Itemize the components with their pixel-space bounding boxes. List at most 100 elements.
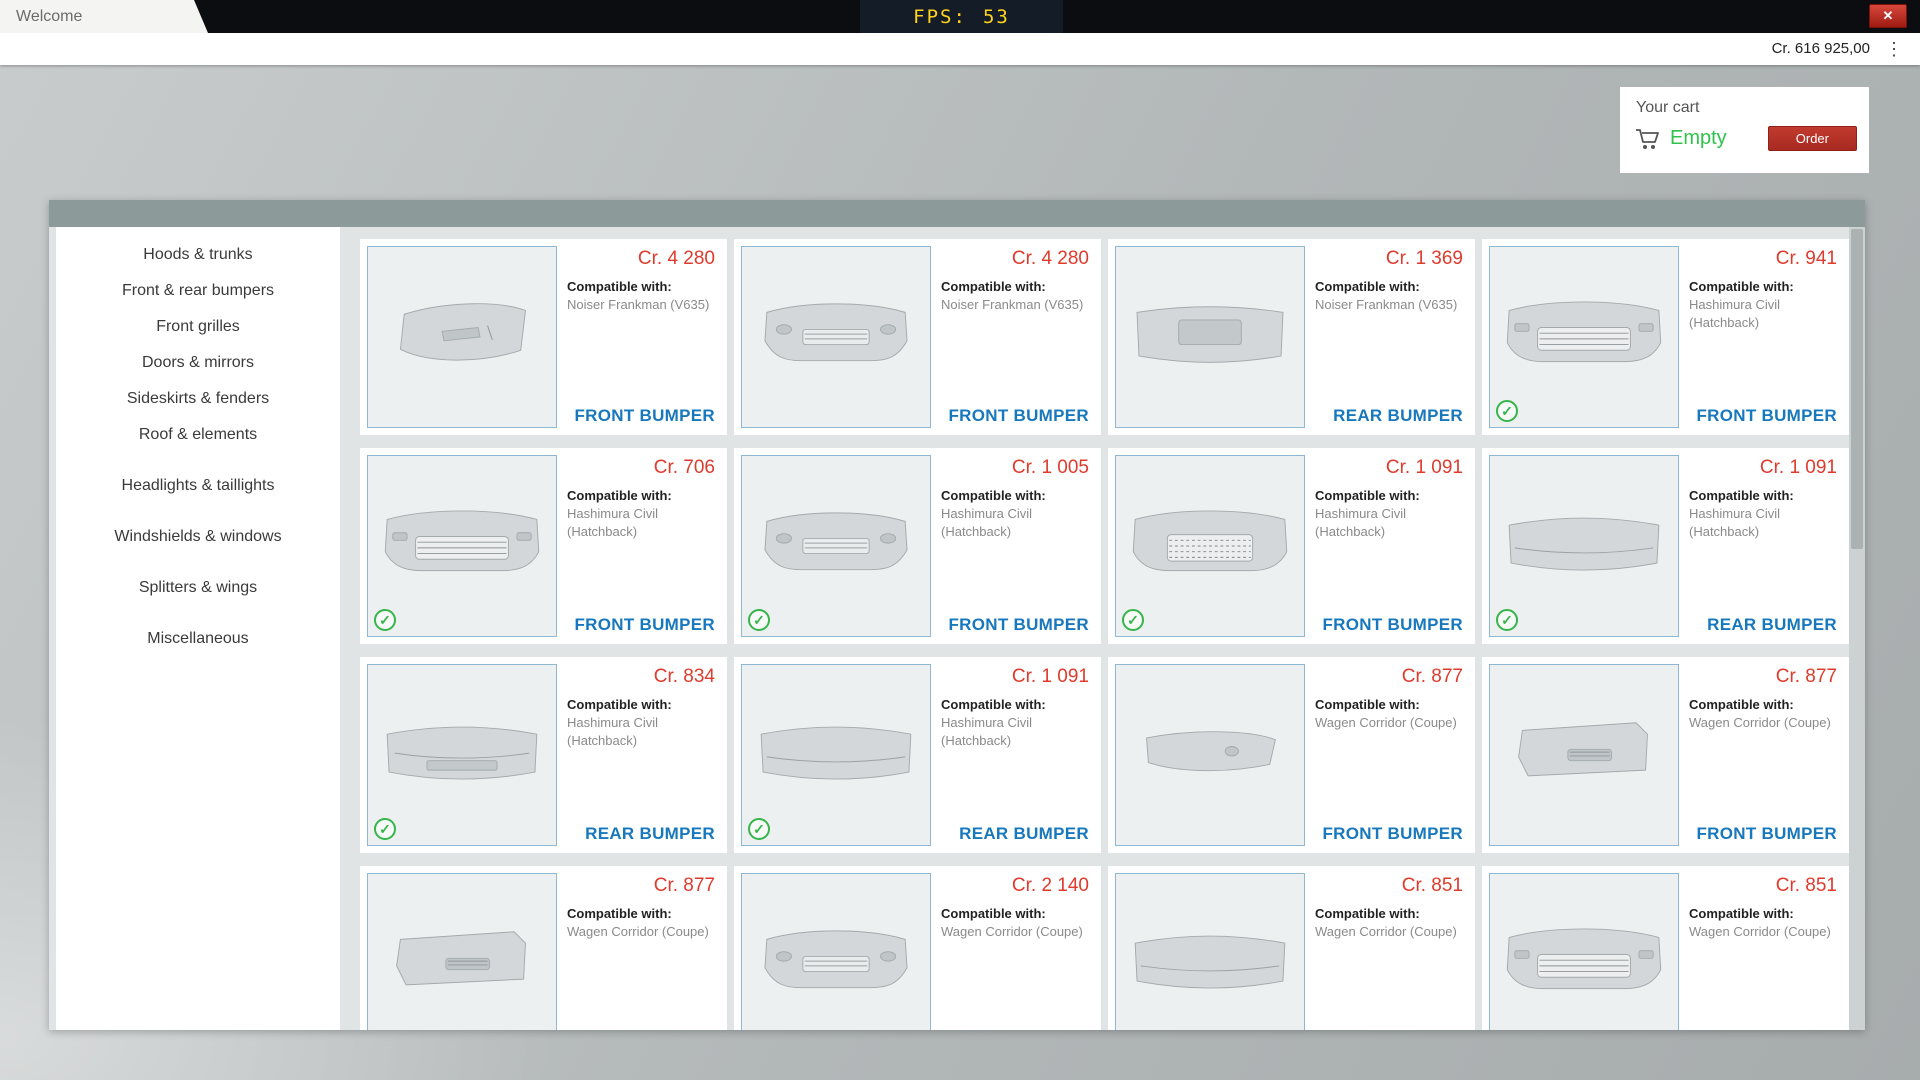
product-card[interactable]: Cr. 834 Compatible with: Hashimura Civil… [360, 657, 727, 853]
owned-check-icon: ✓ [748, 818, 770, 840]
product-compatibility: Compatible with: Hashimura Civil (Hatchb… [1689, 279, 1839, 331]
product-compatibility: Compatible with: Wagen Corridor (Coupe) [1315, 906, 1465, 941]
compatible-label: Compatible with: [1315, 488, 1465, 503]
compatible-label: Compatible with: [941, 697, 1091, 712]
owned-check-icon: ✓ [1496, 400, 1518, 422]
product-image [1115, 873, 1305, 1030]
sidebar-item[interactable]: Miscellaneous [56, 621, 340, 657]
product-card[interactable]: Cr. 1 369 Compatible with: Noiser Frankm… [1108, 239, 1475, 435]
product-price: Cr. 834 [654, 666, 715, 688]
product-image [1489, 246, 1679, 428]
order-button[interactable]: Order [1768, 126, 1857, 151]
sidebar: Hoods & trunks Front & rear bumpers Fron… [56, 227, 340, 1030]
product-vehicle: Hashimura Civil (Hatchback) [1315, 505, 1465, 540]
fps-label: FPS: [913, 6, 967, 28]
product-vehicle: Wagen Corridor (Coupe) [1689, 923, 1839, 941]
product-vehicle: Hashimura Civil (Hatchback) [1689, 505, 1839, 540]
balance-amount: Cr. 616 925,00 [1772, 33, 1870, 65]
product-vehicle: Hashimura Civil (Hatchback) [941, 505, 1091, 540]
tab-welcome[interactable]: Welcome [0, 0, 208, 33]
product-price: Cr. 851 [1402, 875, 1463, 897]
product-image [741, 455, 931, 637]
product-card[interactable]: Cr. 2 140 Compatible with: Wagen Corrido… [734, 866, 1101, 1030]
scrollbar-track[interactable] [1849, 227, 1865, 1030]
cart-status: Empty [1670, 127, 1768, 150]
sidebar-item[interactable]: Doors & mirrors [56, 345, 340, 381]
product-type: FRONT BUMPER [948, 406, 1089, 426]
sidebar-item[interactable]: Roof & elements [56, 417, 340, 453]
product-price: Cr. 877 [654, 875, 715, 897]
compatible-label: Compatible with: [941, 279, 1091, 294]
sidebar-item[interactable]: Front grilles [56, 309, 340, 345]
product-vehicle: Hashimura Civil (Hatchback) [567, 714, 717, 749]
product-type: FRONT BUMPER [1322, 615, 1463, 635]
compatible-label: Compatible with: [1315, 906, 1465, 921]
owned-check-icon: ✓ [374, 609, 396, 631]
window-title-bar: Welcome FPS: 53 ✕ [0, 0, 1920, 33]
product-price: Cr. 877 [1402, 666, 1463, 688]
product-image [1489, 873, 1679, 1030]
product-compatibility: Compatible with: Hashimura Civil (Hatchb… [567, 697, 717, 749]
product-card[interactable]: Cr. 877 Compatible with: Wagen Corridor … [1482, 657, 1849, 853]
compatible-label: Compatible with: [941, 906, 1091, 921]
product-card[interactable]: Cr. 877 Compatible with: Wagen Corridor … [1108, 657, 1475, 853]
product-type: FRONT BUMPER [1696, 406, 1837, 426]
product-compatibility: Compatible with: Hashimura Civil (Hatchb… [941, 697, 1091, 749]
product-image [741, 246, 931, 428]
product-image [1115, 664, 1305, 846]
product-vehicle: Wagen Corridor (Coupe) [941, 923, 1091, 941]
product-card[interactable]: Cr. 877 Compatible with: Wagen Corridor … [360, 866, 727, 1030]
product-card[interactable]: Cr. 4 280 Compatible with: Noiser Frankm… [734, 239, 1101, 435]
sidebar-item[interactable]: Hoods & trunks [56, 237, 340, 273]
product-vehicle: Hashimura Civil (Hatchback) [567, 505, 717, 540]
product-card[interactable]: Cr. 1 005 Compatible with: Hashimura Civ… [734, 448, 1101, 644]
fps-counter: FPS: 53 [860, 0, 1063, 33]
close-button[interactable]: ✕ [1869, 4, 1907, 28]
product-card[interactable]: Cr. 4 280 Compatible with: Noiser Frankm… [360, 239, 727, 435]
compatible-label: Compatible with: [567, 279, 717, 294]
product-image [741, 873, 931, 1030]
owned-check-icon: ✓ [1496, 609, 1518, 631]
close-icon: ✕ [1883, 8, 1894, 23]
tab-welcome-label: Welcome [16, 8, 82, 25]
product-price: Cr. 4 280 [1012, 248, 1089, 270]
product-card[interactable]: Cr. 1 091 Compatible with: Hashimura Civ… [1108, 448, 1475, 644]
product-card[interactable]: Cr. 851 Compatible with: Wagen Corridor … [1482, 866, 1849, 1030]
sidebar-item[interactable]: Headlights & taillights [56, 468, 340, 504]
product-card[interactable]: Cr. 1 091 Compatible with: Hashimura Civ… [1482, 448, 1849, 644]
product-card[interactable]: Cr. 1 091 Compatible with: Hashimura Civ… [734, 657, 1101, 853]
product-image [1489, 664, 1679, 846]
product-type: FRONT BUMPER [574, 615, 715, 635]
product-image [1115, 246, 1305, 428]
compatible-label: Compatible with: [567, 697, 717, 712]
product-type: FRONT BUMPER [948, 615, 1089, 635]
sidebar-item[interactable]: Sideskirts & fenders [56, 381, 340, 417]
compatible-label: Compatible with: [941, 488, 1091, 503]
product-price: Cr. 941 [1776, 248, 1837, 270]
compatible-label: Compatible with: [1689, 697, 1839, 712]
product-card[interactable]: Cr. 706 Compatible with: Hashimura Civil… [360, 448, 727, 644]
product-card[interactable]: Cr. 941 Compatible with: Hashimura Civil… [1482, 239, 1849, 435]
product-vehicle: Wagen Corridor (Coupe) [1689, 714, 1839, 732]
product-compatibility: Compatible with: Hashimura Civil (Hatchb… [1315, 488, 1465, 540]
sidebar-item[interactable]: Windshields & windows [56, 519, 340, 555]
product-price: Cr. 877 [1776, 666, 1837, 688]
product-type: REAR BUMPER [585, 824, 715, 844]
scrollbar-thumb[interactable] [1851, 229, 1863, 549]
product-vehicle: Wagen Corridor (Coupe) [1315, 923, 1465, 941]
menu-kebab-icon[interactable]: ⋮ [1884, 33, 1904, 65]
product-compatibility: Compatible with: Hashimura Civil (Hatchb… [567, 488, 717, 540]
product-vehicle: Noiser Frankman (V635) [567, 296, 717, 314]
product-image [741, 664, 931, 846]
product-type: REAR BUMPER [1707, 615, 1837, 635]
cart-title: Your cart [1636, 99, 1869, 117]
product-type: FRONT BUMPER [574, 406, 715, 426]
compatible-label: Compatible with: [1315, 697, 1465, 712]
sidebar-item[interactable]: Splitters & wings [56, 570, 340, 606]
product-price: Cr. 2 140 [1012, 875, 1089, 897]
product-card[interactable]: Cr. 851 Compatible with: Wagen Corridor … [1108, 866, 1475, 1030]
product-compatibility: Compatible with: Wagen Corridor (Coupe) [567, 906, 717, 941]
compatible-label: Compatible with: [1315, 279, 1465, 294]
sidebar-item[interactable]: Front & rear bumpers [56, 273, 340, 309]
shop-panel: Hoods & trunks Front & rear bumpers Fron… [49, 200, 1865, 1030]
